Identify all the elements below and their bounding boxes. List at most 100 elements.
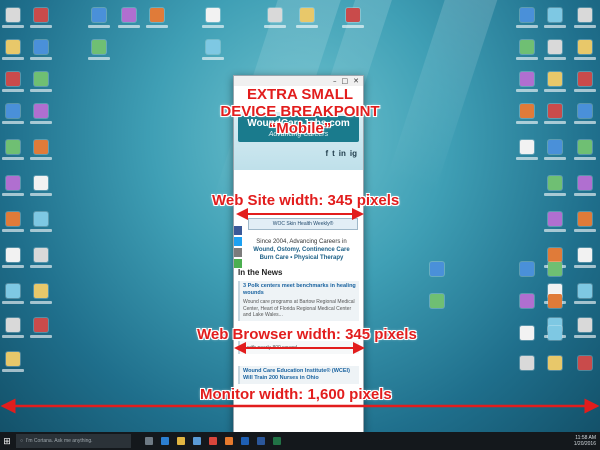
share-icon[interactable] — [234, 259, 242, 268]
desktop-icon[interactable] — [346, 8, 360, 22]
desktop-icon[interactable] — [520, 294, 534, 308]
desktop-icon[interactable] — [430, 262, 444, 276]
store-icon[interactable] — [193, 437, 201, 445]
desktop-icon[interactable] — [6, 140, 20, 154]
news-headline[interactable]: Wound Care Education Institute® (WCEI) W… — [243, 368, 356, 382]
desktop-icon[interactable] — [34, 212, 48, 226]
email-share-icon[interactable] — [234, 248, 242, 257]
desktop-icon[interactable] — [34, 176, 48, 190]
desktop-icon[interactable] — [548, 40, 562, 54]
desktop-icon[interactable] — [6, 176, 20, 190]
desktop-icon[interactable] — [6, 352, 20, 366]
desktop-icon[interactable] — [92, 40, 106, 54]
desktop-icon[interactable] — [578, 8, 592, 22]
desktop-icon[interactable] — [6, 72, 20, 86]
desktop-icon[interactable] — [206, 40, 220, 54]
caption-line3: “Mobile” — [268, 120, 332, 137]
desktop-icon[interactable] — [206, 8, 220, 22]
desktop-icon[interactable] — [548, 294, 562, 308]
desktop-icon[interactable] — [520, 8, 534, 22]
facebook-icon[interactable]: f — [325, 149, 328, 158]
desktop-icon[interactable] — [578, 140, 592, 154]
desktop-icon[interactable] — [548, 212, 562, 226]
facebook-share-icon[interactable] — [234, 226, 242, 235]
desktop-icon[interactable] — [548, 262, 562, 276]
edge-icon[interactable] — [161, 437, 169, 445]
instagram-icon[interactable]: ig — [350, 149, 357, 158]
desktop-icon[interactable] — [34, 104, 48, 118]
desktop-icon[interactable] — [34, 248, 48, 262]
newsletter-banner[interactable]: WOC Skin Health Weekly® — [248, 218, 358, 230]
file-explorer-icon[interactable] — [177, 437, 185, 445]
firefox-icon[interactable] — [225, 437, 233, 445]
news-headline[interactable]: 3 Polk centers meet benchmarks in healin… — [243, 283, 356, 297]
desktop-icon[interactable] — [150, 8, 164, 22]
desktop-icon[interactable] — [34, 140, 48, 154]
desktop-icon[interactable] — [548, 8, 562, 22]
desktop-icon[interactable] — [548, 176, 562, 190]
chrome-icon[interactable] — [209, 437, 217, 445]
minimize-button[interactable]: – — [333, 76, 337, 86]
desktop-icon[interactable] — [578, 318, 592, 332]
desktop-icon[interactable] — [548, 248, 562, 262]
desktop-icon[interactable] — [578, 104, 592, 118]
desktop-icon[interactable] — [548, 104, 562, 118]
desktop-icon[interactable] — [268, 8, 282, 22]
system-tray-clock[interactable]: 11:58 AM 1/20/2016 — [574, 435, 596, 447]
desktop-icon[interactable] — [300, 8, 314, 22]
desktop-icon[interactable] — [578, 284, 592, 298]
desktop-icon[interactable] — [520, 356, 534, 370]
desktop-icon[interactable] — [520, 104, 534, 118]
desktop-icon[interactable] — [520, 326, 534, 340]
desktop-icon[interactable] — [34, 72, 48, 86]
desktop-icon[interactable] — [430, 294, 444, 308]
desktop-icon-label — [2, 25, 24, 28]
taskbar: ⊞ ○ I'm Cortana. Ask me anything. 11:58 … — [0, 432, 600, 450]
desktop-icon[interactable] — [520, 262, 534, 276]
desktop-icon[interactable] — [548, 72, 562, 86]
cortana-search-box[interactable]: ○ I'm Cortana. Ask me anything. — [16, 434, 131, 448]
desktop-icon[interactable] — [548, 326, 562, 340]
desktop-icon[interactable] — [34, 8, 48, 22]
news-item[interactable]: 3 Polk centers meet benchmarks in healin… — [238, 281, 359, 321]
windows-start-icon[interactable]: ⊞ — [0, 432, 14, 450]
twitter-icon[interactable]: t — [332, 149, 335, 158]
excel-icon[interactable] — [273, 437, 281, 445]
maximize-button[interactable]: □ — [342, 76, 349, 86]
desktop-icon-label — [516, 157, 538, 160]
caption-line2: DEVICE BREAKPOINT — [220, 103, 380, 120]
desktop-icon-label — [516, 25, 538, 28]
desktop-icon[interactable] — [578, 212, 592, 226]
desktop-icon[interactable] — [520, 72, 534, 86]
close-button[interactable]: ✕ — [353, 76, 359, 86]
news-item[interactable]: Wound Care Education Institute® (WCEI) W… — [238, 366, 359, 384]
desktop-icon[interactable] — [578, 248, 592, 262]
desktop-icon[interactable] — [122, 8, 136, 22]
outlook-icon[interactable] — [241, 437, 249, 445]
linkedin-icon[interactable]: in — [339, 149, 346, 158]
desktop-icon[interactable] — [578, 176, 592, 190]
desktop-icon[interactable] — [92, 8, 106, 22]
desktop-icon[interactable] — [520, 40, 534, 54]
desktop-icon[interactable] — [34, 284, 48, 298]
desktop-icon[interactable] — [6, 248, 20, 262]
word-icon[interactable] — [257, 437, 265, 445]
desktop-icon[interactable] — [6, 212, 20, 226]
desktop-icon[interactable] — [6, 40, 20, 54]
desktop-icon[interactable] — [578, 356, 592, 370]
desktop-icon[interactable] — [6, 318, 20, 332]
desktop-icon[interactable] — [520, 140, 534, 154]
desktop-icon[interactable] — [578, 72, 592, 86]
desktop-icon[interactable] — [578, 40, 592, 54]
desktop-icon[interactable] — [6, 8, 20, 22]
desktop-icon[interactable] — [34, 318, 48, 332]
monitor-width-caption: Monitor width: 1,600 pixels — [200, 386, 392, 403]
desktop-icon[interactable] — [6, 284, 20, 298]
twitter-share-icon[interactable] — [234, 237, 242, 246]
desktop-icon[interactable] — [34, 40, 48, 54]
desktop-icon[interactable] — [548, 140, 562, 154]
task-view-icon[interactable] — [145, 437, 153, 445]
desktop-icon[interactable] — [548, 356, 562, 370]
desktop-icon[interactable] — [6, 104, 20, 118]
search-placeholder: I'm Cortana. Ask me anything. — [26, 438, 93, 444]
